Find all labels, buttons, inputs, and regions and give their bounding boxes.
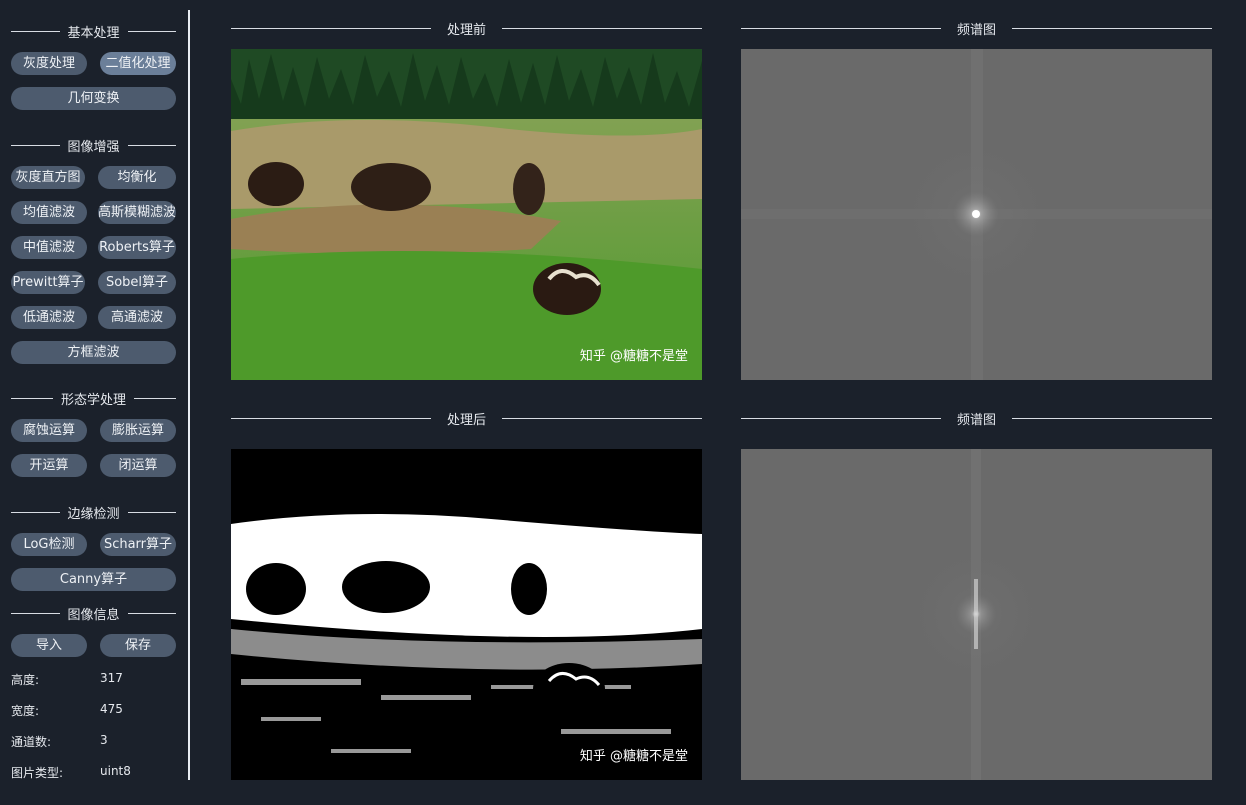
before-title: 处理前 [231, 19, 703, 38]
geometric-transform-button[interactable]: 几何变换 [11, 87, 176, 110]
image-type-value: uint8 [100, 764, 131, 778]
import-button[interactable]: 导入 [11, 634, 87, 657]
sidebar-divider [188, 10, 190, 780]
image-type-label: 图片类型: [11, 766, 64, 780]
closing-button[interactable]: 闭运算 [100, 454, 176, 477]
height-label: 高度: [11, 673, 40, 687]
processed-image: 知乎 @糖糖不是堂 [231, 449, 702, 780]
opening-button[interactable]: 开运算 [11, 454, 87, 477]
width-label: 宽度: [11, 704, 40, 718]
dilate-button[interactable]: 膨胀运算 [100, 419, 176, 442]
section-info-title: 图像信息 [11, 605, 177, 623]
gaussian-blur-button[interactable]: 高斯模糊滤波 [98, 201, 176, 224]
grayscale-button[interactable]: 灰度处理 [11, 52, 87, 75]
save-button[interactable]: 保存 [100, 634, 176, 657]
median-filter-button[interactable]: 中值滤波 [11, 236, 87, 259]
channels-value: 3 [100, 733, 108, 747]
section-enhance-title: 图像增强 [11, 137, 177, 155]
scharr-button[interactable]: Scharr算子 [100, 533, 176, 556]
histogram-button[interactable]: 灰度直方图 [11, 166, 85, 189]
prewitt-button[interactable]: Prewitt算子 [11, 271, 85, 294]
sobel-button[interactable]: Sobel算子 [98, 271, 176, 294]
after-title: 处理后 [231, 409, 703, 428]
sidebar: 基本处理 灰度处理 二值化处理 几何变换 图像增强 灰度直方图 均衡化 均值滤波… [0, 0, 188, 805]
roberts-button[interactable]: Roberts算子 [98, 236, 176, 259]
highpass-button[interactable]: 高通滤波 [98, 306, 176, 329]
erode-button[interactable]: 腐蚀运算 [11, 419, 87, 442]
after-spectrum-title: 频谱图 [741, 409, 1213, 428]
section-morph-title: 形态学处理 [11, 390, 177, 408]
before-spectrum-title: 频谱图 [741, 19, 1213, 38]
height-value: 317 [100, 671, 123, 685]
lowpass-button[interactable]: 低通滤波 [11, 306, 87, 329]
original-image: 知乎 @糖糖不是堂 [231, 49, 702, 380]
processed-spectrum-image [741, 449, 1212, 780]
original-spectrum-image [741, 49, 1212, 380]
canny-button[interactable]: Canny算子 [11, 568, 176, 591]
mean-filter-button[interactable]: 均值滤波 [11, 201, 87, 224]
channels-label: 通道数: [11, 735, 52, 749]
box-filter-button[interactable]: 方框滤波 [11, 341, 176, 364]
section-edge-title: 边缘检测 [11, 504, 177, 522]
binarize-button[interactable]: 二值化处理 [100, 52, 176, 75]
width-value: 475 [100, 702, 123, 716]
equalize-button[interactable]: 均衡化 [98, 166, 176, 189]
processed-watermark: 知乎 @糖糖不是堂 [580, 748, 688, 764]
section-basic-title: 基本处理 [11, 23, 177, 41]
log-detect-button[interactable]: LoG检测 [11, 533, 87, 556]
original-watermark: 知乎 @糖糖不是堂 [580, 348, 688, 364]
